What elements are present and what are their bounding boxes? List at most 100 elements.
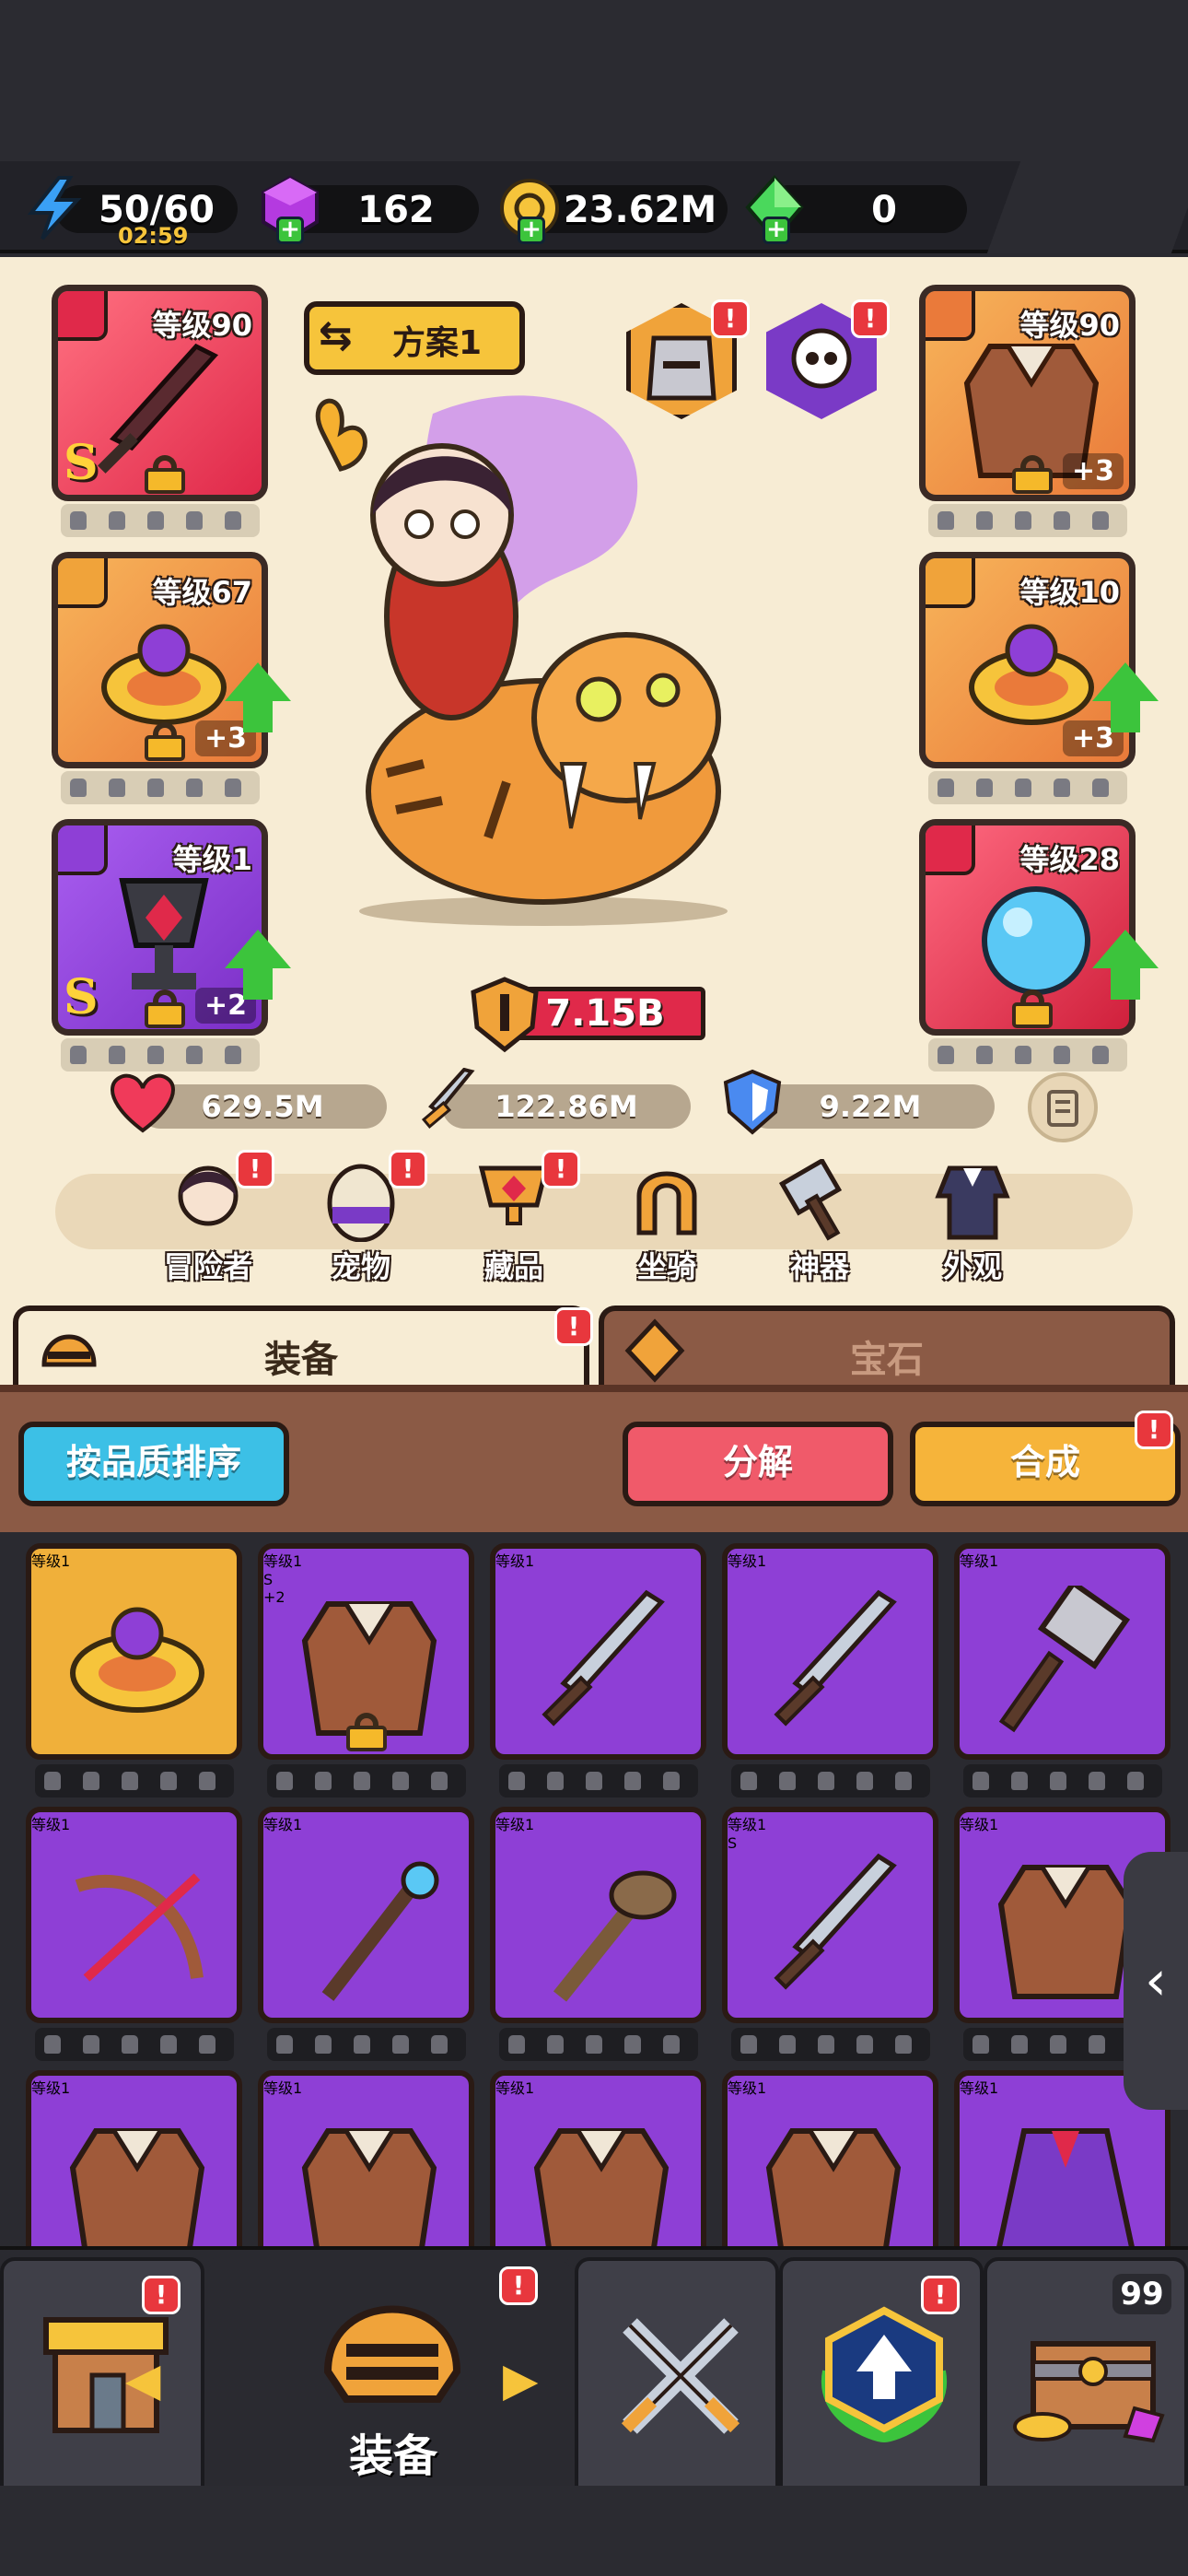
menu-pet[interactable]: ! 宠物	[297, 1150, 427, 1297]
upgrade-arrow-icon	[1092, 930, 1159, 1003]
inventory-toolbar: 按品质排序 分解 合成 !	[0, 1385, 1188, 1532]
nav-upgrade[interactable]: !	[779, 2257, 984, 2489]
notification-badge: !	[554, 1307, 593, 1346]
add-gems-icon[interactable]: +	[276, 217, 304, 244]
star-slots	[499, 2028, 698, 2061]
orb-icon	[982, 886, 1090, 995]
inventory-item[interactable]: 等级1	[722, 1543, 938, 1760]
armor-icon	[301, 2128, 437, 2246]
energy-timer: 02:59	[118, 223, 189, 249]
nav-prev-icon[interactable]: ◀	[125, 2353, 160, 2406]
inventory-tabs: 装备 ! 宝石	[0, 1298, 1188, 1393]
nav-chest[interactable]: 99	[984, 2257, 1188, 2489]
decompose-button[interactable]: 分解	[623, 1422, 893, 1506]
star-slots	[963, 1764, 1162, 1797]
inventory-item[interactable]: 等级1 S +2	[258, 1543, 474, 1760]
inventory-item[interactable]: 等级1	[490, 1807, 706, 2023]
tab-gems[interactable]: 宝石	[599, 1306, 1175, 1393]
inventory-item[interactable]: 等级1 S	[722, 1807, 938, 2023]
sort-by-quality-button[interactable]: 按品质排序	[18, 1422, 289, 1506]
system-bar	[0, 2486, 1188, 2576]
hero-character[interactable]	[267, 377, 783, 930]
gem-value: 162	[357, 189, 435, 231]
inventory-item[interactable]: 等级1	[26, 1807, 242, 2023]
notification-badge: !	[1135, 1411, 1173, 1449]
slot-level: 等级90	[1019, 308, 1120, 343]
inventory-item[interactable]: 等级1	[490, 1543, 706, 1760]
notification-badge: !	[142, 2276, 181, 2314]
hammer-icon	[998, 1586, 1131, 1733]
upgrade-arrow-icon	[225, 930, 291, 1003]
attack-sword-icon	[421, 1068, 475, 1129]
slot-level: 等级90	[152, 308, 252, 343]
menu-mount[interactable]: 坐骑	[602, 1150, 731, 1297]
equip-slot-armor[interactable]: 等级90 +3	[919, 285, 1136, 501]
hero-mount-illustration	[315, 395, 728, 926]
inventory-item[interactable]: 等级1	[26, 1543, 242, 1760]
item-level: 等级1	[728, 1552, 767, 1570]
nav-equipment[interactable]: ◀ ▶ ! 装备	[125, 2257, 575, 2489]
status-area	[0, 0, 1188, 161]
slot-level: 等级1	[172, 842, 252, 877]
inventory-item[interactable]: 等级1	[490, 2070, 706, 2246]
plus-level: +3	[1062, 453, 1124, 489]
upgrade-arrow-icon	[1092, 662, 1159, 736]
side-panel-toggle[interactable]: ‹	[1124, 1852, 1188, 2110]
slot-level: 等级10	[1019, 575, 1120, 610]
bar-edge	[986, 161, 1188, 253]
star-slots	[61, 1038, 260, 1071]
sword-category-icon	[58, 291, 108, 341]
power-shield-icon	[471, 977, 539, 1053]
add-coins-icon[interactable]: +	[518, 217, 545, 244]
menu-adventurer[interactable]: ! 冒险者	[144, 1150, 274, 1297]
lock-icon	[1012, 989, 1053, 1028]
helmet-icon	[323, 2305, 461, 2403]
loadout-button[interactable]: ⇆ 方案1	[304, 301, 525, 375]
add-green-gems-icon[interactable]: +	[763, 217, 790, 244]
hero-panel: 等级90 S 等级67 +3 等级1 S +2 等级90 +3 等级10 +3 …	[0, 257, 1188, 1298]
inventory-item[interactable]: 等级1	[258, 1807, 474, 2023]
lock-icon	[1012, 455, 1053, 494]
notification-badge: !	[711, 299, 750, 338]
inventory-item[interactable]: 等级1	[954, 1543, 1171, 1760]
lightning-icon	[27, 176, 82, 240]
equip-slot-weapon[interactable]: 等级90 S	[52, 285, 268, 501]
skull-icon	[791, 328, 852, 389]
nav-battle[interactable]	[575, 2257, 779, 2489]
slot-level: 等级28	[1019, 842, 1120, 877]
item-level: 等级1	[728, 2079, 767, 2097]
notification-badge: !	[389, 1150, 427, 1188]
star-slots	[61, 504, 260, 537]
inventory-item[interactable]: 等级1	[258, 2070, 474, 2246]
menu-artifact[interactable]: 神器	[755, 1150, 884, 1297]
stats-detail-button[interactable]	[1028, 1072, 1098, 1142]
chest-count: 99	[1112, 2274, 1171, 2314]
inventory-item[interactable]: 等级1	[722, 2070, 938, 2246]
game-screen: 50/60 02:59 + 162 + 23.62M + 0 等级90 S 等级…	[0, 0, 1188, 2576]
treasure-chest-icon	[1013, 2341, 1165, 2443]
star-slots	[928, 504, 1127, 537]
armor-icon	[69, 2128, 205, 2246]
sword-icon	[542, 1589, 665, 1727]
upgrade-emblem-icon	[821, 2306, 948, 2443]
menu-collection[interactable]: ! 藏品	[449, 1150, 580, 1297]
menu-label: 坐骑	[636, 1249, 696, 1284]
defense-value: 9.22M	[746, 1084, 995, 1129]
sword-icon	[774, 1589, 897, 1727]
armor-icon	[765, 2128, 902, 2246]
sword-icon	[774, 1853, 897, 1990]
nav-next-icon[interactable]: ▶	[503, 2353, 538, 2406]
star-slots	[499, 1764, 698, 1797]
menu-appearance[interactable]: 外观	[908, 1150, 1037, 1297]
tab-equipment[interactable]: 装备 !	[13, 1306, 593, 1393]
nav-shop[interactable]: !	[0, 2257, 204, 2489]
lock-icon	[145, 722, 185, 761]
item-level: 等级1	[31, 1552, 71, 1570]
defense-shield-icon	[723, 1069, 782, 1135]
inventory-item[interactable]: 等级1	[26, 2070, 242, 2246]
star-slots	[731, 2028, 930, 2061]
star-slots	[731, 1764, 930, 1797]
menu-label: 宠物	[331, 1249, 390, 1284]
notification-badge: !	[851, 299, 890, 338]
item-level: 等级1	[495, 1816, 535, 1833]
